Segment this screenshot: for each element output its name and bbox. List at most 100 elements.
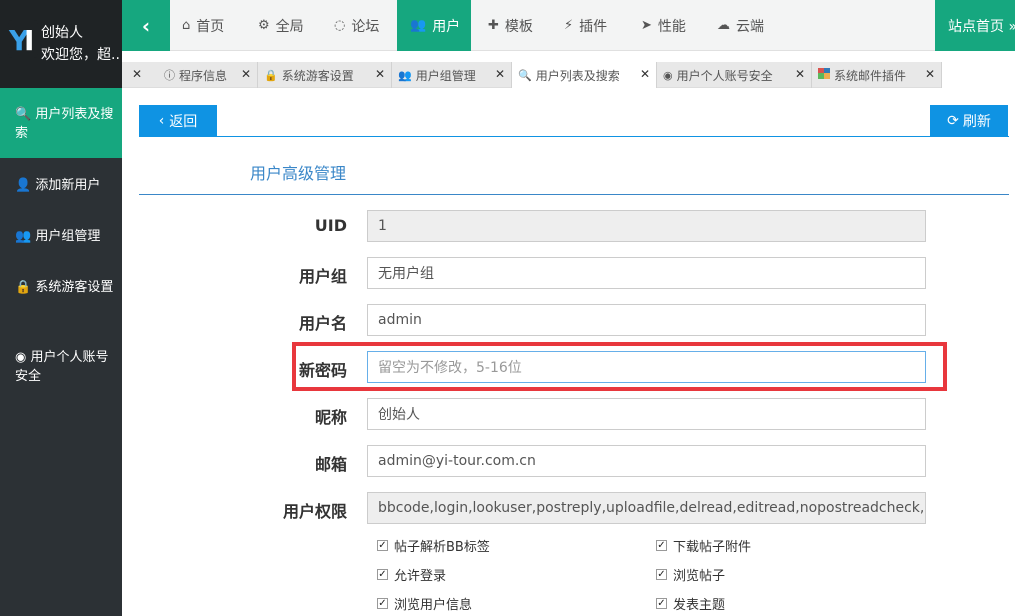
yi-logo-icon: Y I [8, 20, 38, 58]
close-icon[interactable]: ✕ [495, 67, 505, 81]
nav-plugins-label: 插件 [579, 18, 608, 35]
nav-performance-label: 性能 [657, 18, 686, 35]
close-icon[interactable]: ✕ [132, 67, 142, 81]
refresh-button[interactable]: ⟳ 刷新 [930, 105, 1008, 137]
tab-guest-settings[interactable]: 🔒 系统游客设置 ✕ [258, 62, 392, 88]
nav-performance[interactable]: ➤ 性能 [641, 0, 686, 51]
brand-welcome: 欢迎您，超... [41, 47, 121, 63]
brand-user-name: 创始人 [41, 25, 83, 41]
cloud-icon: ☁ [717, 18, 730, 33]
email-label: 邮箱 [314, 455, 347, 474]
nav-forum-label: 论坛 [351, 18, 380, 35]
search-icon: 🔍 [518, 68, 532, 82]
tab-group-management[interactable]: 👥 用户组管理 ✕ [392, 62, 512, 88]
user-plus-icon: 👤 [15, 178, 32, 193]
close-icon[interactable]: ✕ [375, 67, 385, 81]
checkbox-label: 浏览用户信息 [394, 598, 473, 613]
tab-label: 程序信息 [179, 68, 228, 83]
refresh-button-label: 刷新 [962, 114, 991, 130]
section-title: 用户高级管理 [250, 164, 347, 183]
sidebar-item-account-security[interactable]: ◉ 用户个人账号安全 [0, 348, 122, 386]
new-password-field[interactable]: 留空为不修改，5-16位 [367, 351, 926, 383]
sidebar-toggle-button[interactable]: ‹ [122, 0, 170, 51]
search-icon: 🔍 [15, 107, 32, 122]
nav-templates-label: 模板 [504, 18, 533, 35]
sidebar-item-user-list[interactable]: 🔍 用户列表及搜索 [0, 88, 122, 158]
group-value: 无用户组 [378, 266, 434, 282]
lock-icon: 🔒 [15, 280, 32, 295]
nav-templates[interactable]: ✚ 模板 [488, 0, 533, 51]
permission-checkbox[interactable]: ✓ 浏览帖子 [656, 565, 725, 584]
sidebar-item-add-user[interactable]: 👤 添加新用户 [0, 176, 122, 195]
check-icon: ✓ [656, 598, 667, 609]
password-placeholder: 留空为不修改，5-16位 [378, 360, 522, 376]
sidebar: 🔍 用户列表及搜索 👤 添加新用户 👥 用户组管理 🔒 系统游客设置 ◉ 用户个… [0, 88, 122, 616]
tab-mail-plugin[interactable]: 系统邮件插件 ✕ [812, 62, 942, 88]
group-field[interactable]: 无用户组 [367, 257, 926, 289]
username-value: admin [378, 312, 422, 328]
permissions-label: 用户权限 [282, 502, 347, 521]
checkbox-label: 帖子解析BB标签 [394, 540, 490, 555]
tab-user-list-search[interactable]: 🔍 用户列表及搜索 ✕ [512, 62, 657, 88]
permission-checkbox[interactable]: ✓ 浏览用户信息 [377, 594, 472, 613]
group-label: 用户组 [298, 267, 347, 286]
close-icon[interactable]: ✕ [795, 67, 805, 81]
permission-checkbox[interactable]: ✓ 允许登录 [377, 565, 446, 584]
email-field[interactable]: admin@yi-tour.com.cn [367, 445, 926, 477]
check-icon: ✓ [377, 598, 388, 609]
check-icon: ✓ [656, 540, 667, 551]
nav-users[interactable]: 👥 用户 [397, 0, 471, 51]
sidebar-item-guest-settings[interactable]: 🔒 系统游客设置 [0, 278, 122, 297]
tab-program-info[interactable]: ⓘ 程序信息 ✕ [158, 62, 258, 88]
email-value: admin@yi-tour.com.cn [378, 453, 536, 469]
back-button[interactable]: ‹ 返回 [139, 105, 217, 137]
nav-global[interactable]: ⚙ 全局 [258, 0, 304, 51]
permissions-field: bbcode,login,lookuser,postreply,uploadfi… [367, 492, 926, 524]
sidebar-item-group-management[interactable]: 👥 用户组管理 [0, 227, 122, 246]
sidebar-item-label: 添加新用户 [35, 178, 101, 193]
lock-icon: 🔒 [264, 68, 278, 82]
uid-field: 1 [367, 210, 926, 242]
username-field[interactable]: admin [367, 304, 926, 336]
mail-plugin-icon [818, 68, 830, 82]
tab-label: 用户组管理 [415, 68, 476, 83]
users-icon: 👥 [410, 18, 427, 33]
nickname-label: 昵称 [314, 408, 347, 427]
brand-panel: Y I 创始人 欢迎您，超... [0, 0, 122, 88]
username-label: 用户名 [298, 314, 347, 333]
permission-checkbox[interactable]: ✓ 帖子解析BB标签 [377, 536, 490, 555]
refresh-icon: ⟳ [947, 113, 959, 129]
close-icon[interactable]: ✕ [925, 67, 935, 81]
uid-label: UID [314, 216, 347, 235]
check-icon: ✓ [377, 540, 388, 551]
paper-plane-icon: ➤ [641, 18, 652, 33]
tab-label: 系统邮件插件 [834, 68, 907, 83]
tab-account-security[interactable]: ◉ 用户个人账号安全 ✕ [657, 62, 812, 88]
permission-checkbox[interactable]: ✓ 下载帖子附件 [656, 536, 751, 555]
sidebar-item-label: 系统游客设置 [35, 280, 114, 295]
nav-forum[interactable]: ◌ 论坛 [334, 0, 379, 51]
plug-icon: ⚡ [564, 18, 574, 33]
close-icon[interactable]: ✕ [241, 67, 251, 81]
nav-home-label: 首页 [196, 18, 225, 35]
svg-text:I: I [24, 24, 34, 57]
uid-value: 1 [378, 218, 387, 234]
comments-icon: ◌ [334, 18, 346, 33]
site-home-link[interactable]: 站点首页 » [935, 0, 1015, 51]
home-icon: ⌂ [182, 18, 191, 33]
nav-cloud-label: 云端 [736, 18, 764, 35]
close-icon[interactable]: ✕ [640, 67, 650, 81]
user-circle-icon: ◉ [663, 68, 673, 82]
nav-plugins[interactable]: ⚡ 插件 [564, 0, 607, 51]
nickname-field[interactable]: 创始人 [367, 398, 926, 430]
sidebar-item-label: 用户组管理 [35, 229, 101, 244]
password-label: 新密码 [298, 361, 347, 380]
sidebar-item-label: 用户个人账号安全 [15, 350, 109, 384]
permission-checkbox[interactable]: ✓ 发表主题 [656, 594, 725, 613]
nav-home[interactable]: ⌂ 首页 [182, 0, 224, 51]
tab-strip: ✕ ⓘ 程序信息 ✕ 🔒 系统游客设置 ✕ 👥 用户组管理 ✕ 🔍 用户列表及搜… [122, 62, 942, 88]
tab-label: 系统游客设置 [281, 68, 354, 83]
back-button-label: 返回 [169, 114, 198, 130]
chevron-left-icon: ‹ [141, 13, 151, 38]
nav-cloud[interactable]: ☁ 云端 [717, 0, 764, 51]
